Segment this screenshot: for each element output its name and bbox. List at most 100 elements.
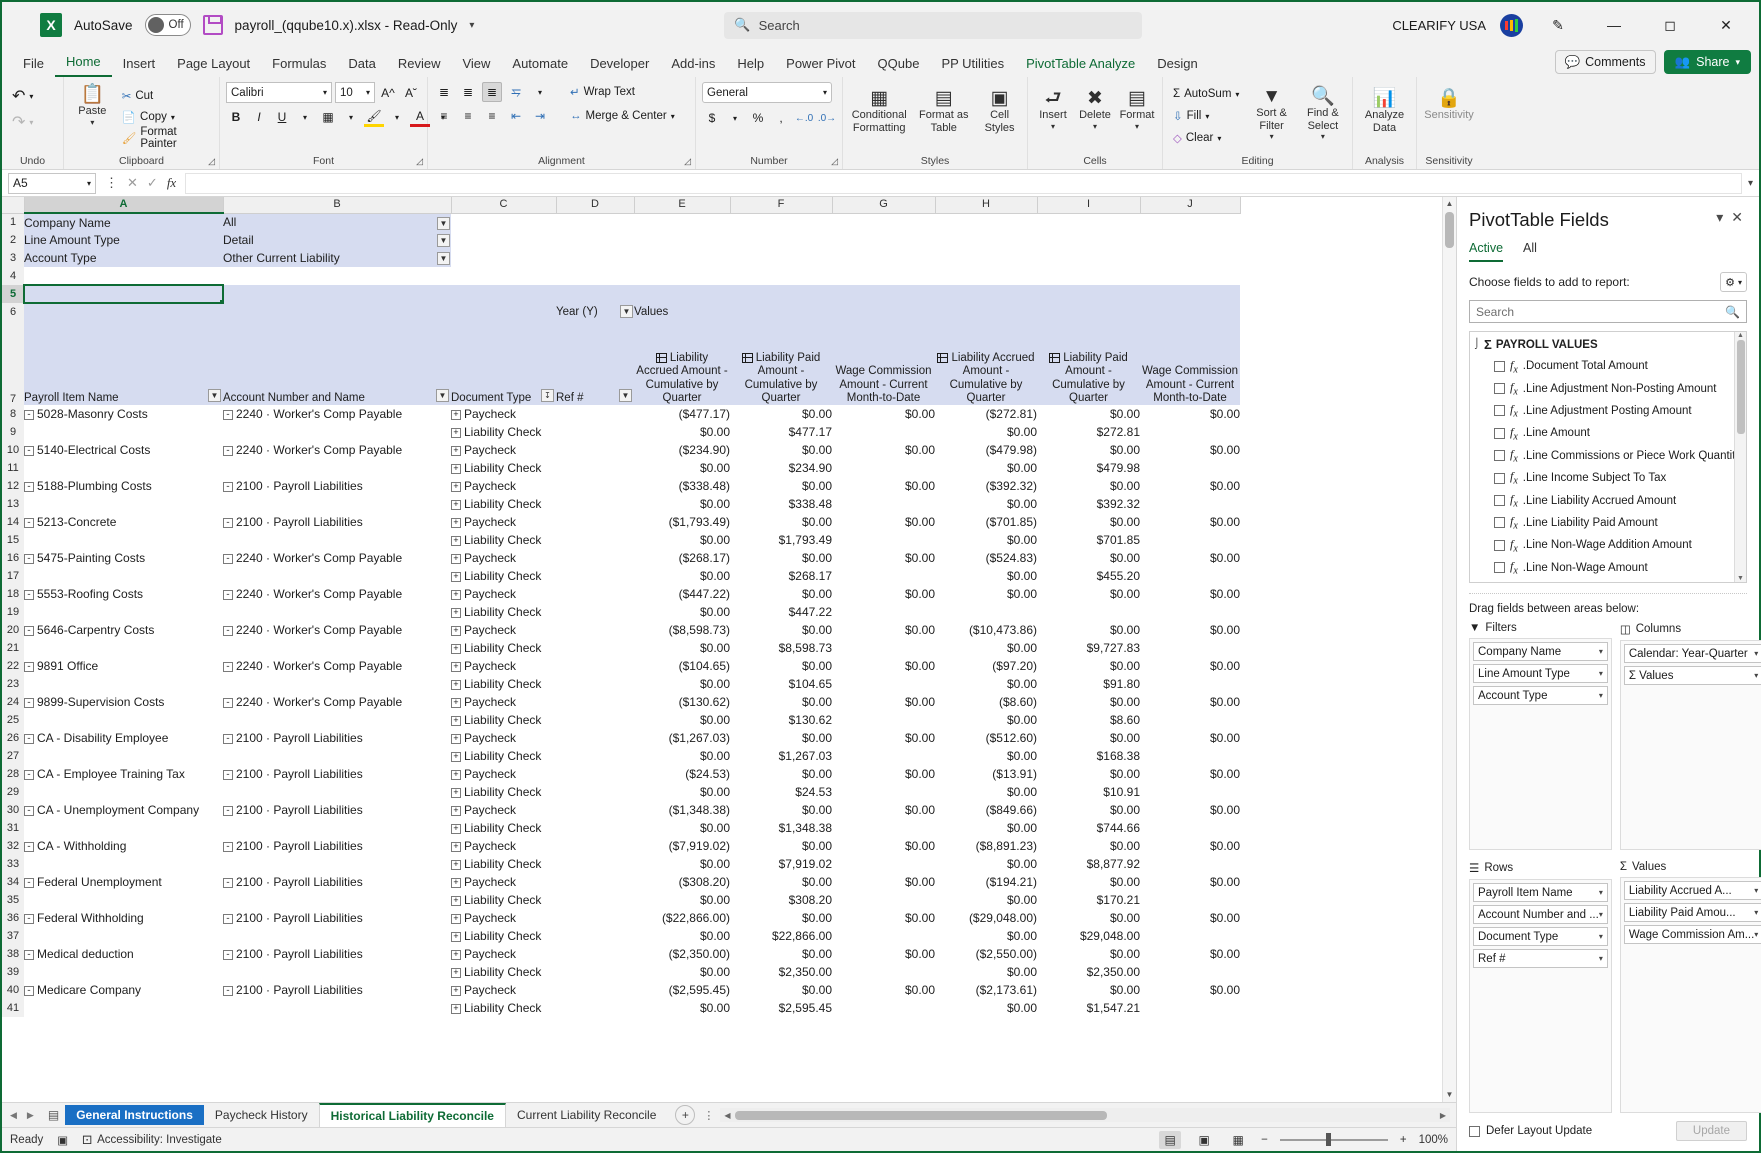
row-header-40[interactable]: 40 xyxy=(2,981,24,999)
cell-account-number-and-name[interactable] xyxy=(223,423,451,441)
cell-value[interactable]: $0.00 xyxy=(730,513,832,531)
collapse-icon[interactable]: - xyxy=(24,590,34,600)
cell-value[interactable]: ($8,891.23) xyxy=(935,837,1037,855)
font-family-select[interactable]: Calibri▾ xyxy=(226,82,332,103)
pivot-empty-cell[interactable] xyxy=(832,285,935,303)
cell-payroll-item-name[interactable]: -Federal Unemployment xyxy=(24,873,223,891)
empty-cell[interactable] xyxy=(451,213,556,231)
collapse-icon[interactable]: - xyxy=(223,914,233,924)
cell-ref[interactable] xyxy=(556,927,634,945)
empty-cell[interactable] xyxy=(832,231,935,249)
cell-value[interactable] xyxy=(1140,891,1240,909)
cell-payroll-item-name[interactable]: -CA - Disability Employee xyxy=(24,729,223,747)
cell-value[interactable]: $91.80 xyxy=(1037,675,1140,693)
pivot-area-chip[interactable]: Payroll Item Name▾ xyxy=(1473,883,1608,902)
cell-value[interactable]: $7,919.02 xyxy=(730,855,832,873)
cell-value[interactable]: ($1,793.49) xyxy=(634,513,730,531)
cell-value[interactable]: $268.17 xyxy=(730,567,832,585)
increase-decimal-icon[interactable]: .0→ xyxy=(817,108,837,128)
share-button[interactable]: 👥 Share ▾ xyxy=(1664,50,1751,74)
filter-icon[interactable]: ▼ xyxy=(619,389,632,402)
cell-account-number-and-name[interactable]: -2100 · Payroll Liabilities xyxy=(223,945,451,963)
collapse-icon[interactable]: - xyxy=(223,986,233,996)
cell-value[interactable]: $308.20 xyxy=(730,891,832,909)
search-input[interactable]: 🔍 Search xyxy=(724,12,1142,39)
fill-color-chevron-down-icon[interactable]: ▾ xyxy=(387,107,407,127)
cell-value[interactable]: ($308.20) xyxy=(634,873,730,891)
column-header-i[interactable]: I xyxy=(1037,197,1140,213)
cell-ref[interactable] xyxy=(556,783,634,801)
selected-cell-a5[interactable] xyxy=(24,285,223,303)
cell-payroll-item-name[interactable] xyxy=(24,927,223,945)
cell-value[interactable]: $0.00 xyxy=(730,693,832,711)
cell-account-number-and-name[interactable]: -2240 · Worker's Comp Payable xyxy=(223,657,451,675)
alignment-dialog-launcher-icon[interactable]: ◿ xyxy=(684,156,691,167)
font-dialog-launcher-icon[interactable]: ◿ xyxy=(416,156,423,167)
cell-value[interactable]: $0.00 xyxy=(1037,873,1140,891)
cell-value[interactable]: $0.00 xyxy=(832,801,935,819)
collapse-icon[interactable]: - xyxy=(223,770,233,780)
cell-value[interactable]: $0.00 xyxy=(1140,441,1240,459)
record-macro-icon[interactable]: ▣ xyxy=(57,1133,68,1147)
ribbon-tab-pivottable-analyze[interactable]: PivotTable Analyze xyxy=(1015,53,1146,77)
align-middle-icon[interactable]: ≣ xyxy=(458,82,478,102)
cell-value[interactable]: $0.00 xyxy=(935,675,1037,693)
cell-value[interactable] xyxy=(832,963,935,981)
cell-value[interactable]: $0.00 xyxy=(1140,477,1240,495)
cell-value[interactable]: ($268.17) xyxy=(634,549,730,567)
cell-value[interactable]: $0.00 xyxy=(730,477,832,495)
collapse-icon[interactable]: - xyxy=(24,554,34,564)
row-header-26[interactable]: 26 xyxy=(2,729,24,747)
expand-icon[interactable]: + xyxy=(451,932,461,942)
cell-payroll-item-name[interactable]: -5028-Masonry Costs xyxy=(24,405,223,423)
cell-document-type[interactable]: +Paycheck xyxy=(451,837,556,855)
expand-formula-bar-chevron-down-icon[interactable]: ▾ xyxy=(1748,178,1759,189)
expand-icon[interactable]: + xyxy=(451,464,461,474)
cell-value[interactable]: $0.00 xyxy=(1140,873,1240,891)
cell-value[interactable]: $479.98 xyxy=(1037,459,1140,477)
cell-value[interactable] xyxy=(832,783,935,801)
column-header-f[interactable]: F xyxy=(730,197,832,213)
filter-icon[interactable]: ▼ xyxy=(208,389,221,402)
page-layout-view-button[interactable]: ▣ xyxy=(1193,1131,1215,1149)
empty-cell[interactable] xyxy=(1140,231,1240,249)
cell-account-number-and-name[interactable] xyxy=(223,711,451,729)
filter-label[interactable]: Company Name xyxy=(24,213,223,231)
expand-icon[interactable]: + xyxy=(451,698,461,708)
align-left-icon[interactable]: ≡ xyxy=(434,106,454,126)
cell-account-number-and-name[interactable]: -2240 · Worker's Comp Payable xyxy=(223,405,451,423)
sort-filter-icon[interactable]: ↧ xyxy=(541,389,554,402)
cell-value[interactable]: $0.00 xyxy=(1140,801,1240,819)
cell-payroll-item-name[interactable]: -CA - Unemployment Company xyxy=(24,801,223,819)
cell-value[interactable]: $9,727.83 xyxy=(1037,639,1140,657)
field-scroll-thumb[interactable] xyxy=(1737,340,1745,434)
field-checkbox[interactable] xyxy=(1494,361,1505,372)
cell-payroll-item-name[interactable] xyxy=(24,855,223,873)
empty-cell[interactable] xyxy=(634,231,730,249)
empty-cell[interactable] xyxy=(451,231,556,249)
cell-value[interactable]: $8,598.73 xyxy=(730,639,832,657)
pivot-area-filters-body[interactable]: Company Name▾Line Amount Type▾Account Ty… xyxy=(1469,638,1612,850)
cell-value[interactable] xyxy=(1037,603,1140,621)
cell-value[interactable]: $0.00 xyxy=(935,495,1037,513)
cell-ref[interactable] xyxy=(556,747,634,765)
cell-value[interactable] xyxy=(1140,675,1240,693)
insert-function-icon[interactable]: fx xyxy=(167,175,176,191)
select-all-corner[interactable] xyxy=(2,197,24,213)
clipboard-dialog-launcher-icon[interactable]: ◿ xyxy=(208,156,215,167)
cell-value[interactable]: $1,348.38 xyxy=(730,819,832,837)
cell-value[interactable]: $0.00 xyxy=(935,819,1037,837)
row-header-32[interactable]: 32 xyxy=(2,837,24,855)
expand-icon[interactable]: + xyxy=(451,410,461,420)
field-checkbox[interactable] xyxy=(1494,383,1505,394)
ribbon-tab-automate[interactable]: Automate xyxy=(501,53,579,77)
cell-document-type[interactable]: +Paycheck xyxy=(451,693,556,711)
row-header-4[interactable]: 4 xyxy=(2,267,24,285)
chip-chevron-down-icon[interactable]: ▾ xyxy=(1754,908,1758,917)
collapse-icon[interactable]: - xyxy=(24,770,34,780)
pivot-empty-cell[interactable] xyxy=(556,285,634,303)
header-measure[interactable]: Wage Commission Amount - Current Month-t… xyxy=(1140,321,1240,405)
borders-chevron-down-icon[interactable]: ▾ xyxy=(341,107,361,127)
cell-value[interactable] xyxy=(1140,423,1240,441)
empty-cell[interactable] xyxy=(1037,249,1140,267)
